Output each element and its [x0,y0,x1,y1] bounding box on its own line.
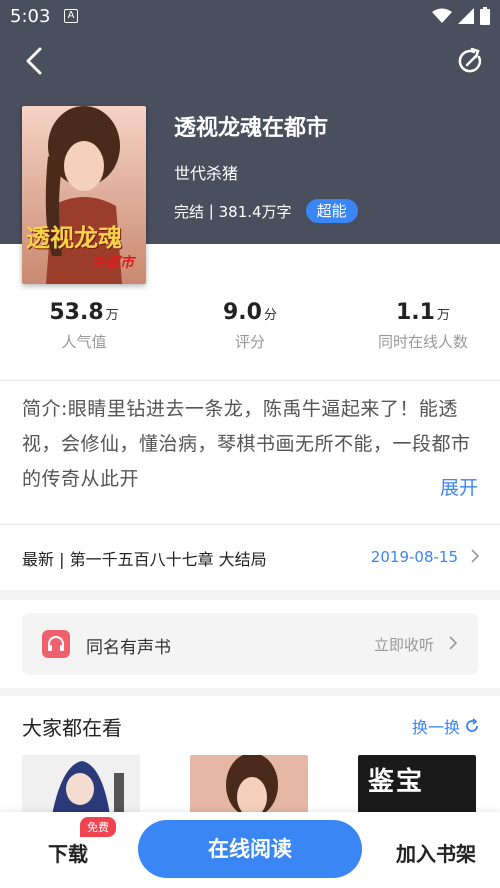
latest-chapter[interactable]: 最新 | 第一千五百八十七章 大结局 [22,546,267,570]
chevron-right-icon [470,548,480,568]
cover-title: 透视龙魂 [26,223,122,252]
download-button[interactable]: 下载 [48,838,88,867]
share-button[interactable] [456,46,486,76]
book-status: 完结 [174,202,205,221]
category-badge[interactable]: 超能 [305,199,358,223]
stat-popularity: 53.8 万 人气值 [36,300,132,352]
stat-label: 人气值 [61,333,107,351]
expand-intro-button[interactable]: 展开 [440,473,478,500]
add-to-shelf-button[interactable]: 加入书架 [396,838,476,867]
listen-now-link[interactable]: 立即收听 [374,634,434,655]
recommend-book-2[interactable] [190,755,308,815]
book-cover[interactable]: 透视龙魂 在都市 [22,106,146,284]
recommend-book-3[interactable]: 鉴宝 [358,755,476,815]
book-meta: 完结 | 381.4万字 超能 [174,199,358,223]
status-icons [432,7,490,25]
book-cover-image [226,755,278,815]
recommend-book-1[interactable] [22,755,140,815]
stat-value: 9.0 [223,300,262,325]
audiobook-card[interactable]: 同名有声书 立即收听 [22,613,478,675]
share-icon [458,47,482,73]
battery-icon [480,7,490,25]
book-intro[interactable]: 简介:眼睛里钻进去一条龙，陈禹牛逼起来了！能透视，会修仙，懂治病，琴棋书画无所不… [22,392,482,497]
audiobook-title: 同名有声书 [86,638,171,658]
headphones-icon [42,630,70,658]
section-gap [0,590,500,600]
stats-row: 53.8 万 人气值 9.0 分 评分 1.1 万 同时在线人数 [0,300,500,370]
book-title: 透视龙魂在都市 [174,116,329,141]
divider [0,524,500,525]
signal-icon [458,8,474,24]
stat-unit: 万 [436,308,450,323]
stat-value: 1.1 [396,300,435,325]
section-gap [0,688,500,696]
read-online-button[interactable]: 在线阅读 [138,820,362,878]
status-bar: 5:03 A [0,0,500,34]
refresh-label: 换一换 [411,718,460,737]
stat-label: 同时在线人数 [377,333,468,351]
book-author[interactable]: 世代杀猪 [174,160,238,184]
chevron-right-icon [448,635,458,655]
book-cover-title: 鉴宝 [368,767,425,797]
notification-icon: A [64,9,78,23]
word-count: 381.4万字 [218,202,292,221]
stat-rating: 9.0 分 评分 [202,300,298,352]
latest-chapter-date: 2019-08-15 [370,548,458,566]
cover-subtitle: 在都市 [92,255,134,271]
stat-label: 评分 [234,333,265,351]
back-button[interactable] [20,46,50,76]
stat-unit: 分 [263,308,277,323]
free-badge: 免费 [80,817,116,837]
status-time: 5:03 [10,6,51,27]
refresh-button[interactable]: 换一换 [412,714,480,738]
stat-online: 1.1 万 同时在线人数 [358,300,488,352]
stat-unit: 万 [105,308,119,323]
refresh-icon [466,718,478,732]
wifi-icon [432,8,452,23]
book-cover-image [52,761,124,815]
divider [0,380,500,381]
recommend-title: 大家都在看 [22,716,122,740]
stat-value: 53.8 [49,300,104,325]
bottom-bar: 下载 免费 在线阅读 加入书架 [0,812,500,888]
chevron-left-icon [26,47,42,75]
meta-separator: | [204,202,219,220]
